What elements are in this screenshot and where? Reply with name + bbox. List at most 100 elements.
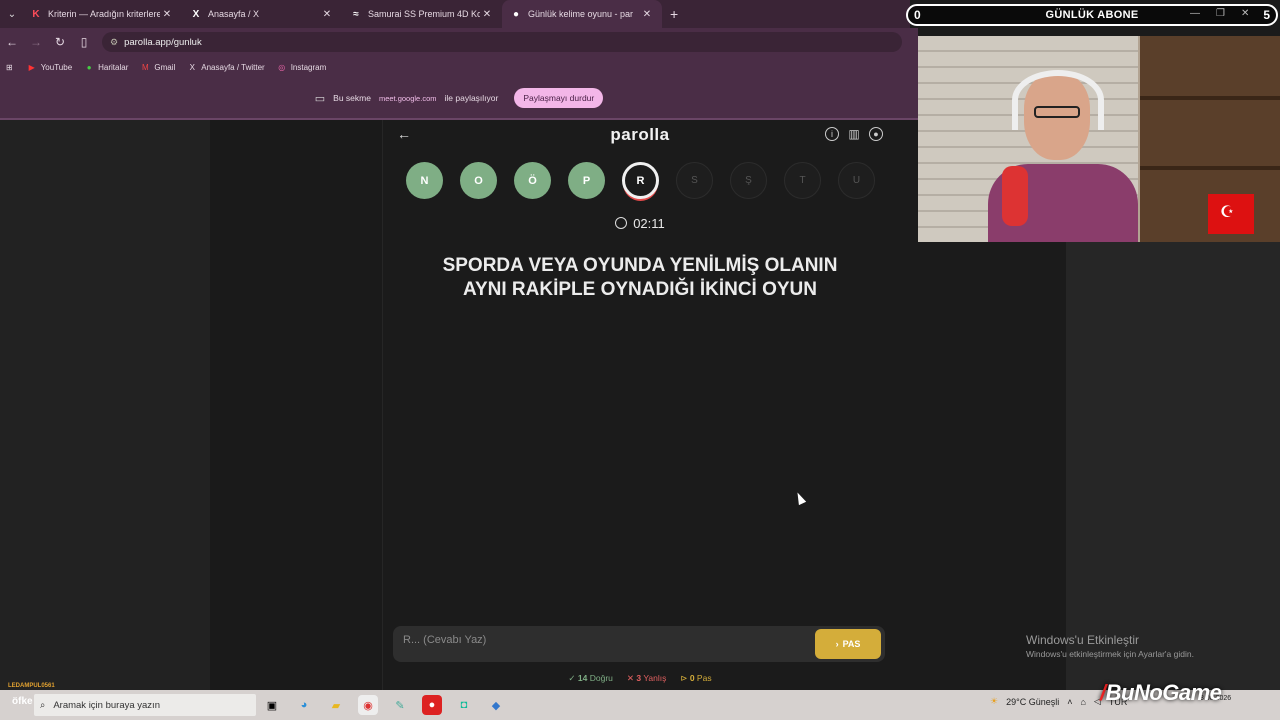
letter-correct: P <box>568 162 605 199</box>
address-bar[interactable]: ⚙ parolla.app/gunluk <box>102 32 902 52</box>
right-panel <box>1066 242 1280 690</box>
share-suffix: ile paylaşılıyor <box>444 93 499 103</box>
bookmarks-bar: ⊞ ▶ YouTube ● Haritalar M Gmail X Anasayfa /… <box>0 56 918 78</box>
activation-title: Windows'u Etkinleştir <box>1026 633 1139 647</box>
window-controls: — ❐ ✕ <box>1190 8 1249 19</box>
tab-samurai[interactable]: ≈ Samurai SS Premium 4D Kolçak ✕ <box>342 0 502 28</box>
close-tab-icon[interactable]: ✕ <box>640 9 654 20</box>
x-favicon-icon: X <box>192 8 200 20</box>
tab-kriterin[interactable]: K Kriterin — Aradığın kriterlere k ✕ <box>22 0 182 28</box>
pass-label: PAS <box>842 639 861 649</box>
timer: 02:11 <box>383 216 897 231</box>
streamer <box>988 66 1138 242</box>
share-prefix: Bu sekme <box>333 93 371 103</box>
screen-share-icon: ▭ <box>314 92 326 105</box>
clock-icon <box>615 217 628 229</box>
split-view-icon[interactable]: ▯ <box>72 35 96 49</box>
close-tab-icon[interactable]: ✕ <box>320 9 334 20</box>
stats-chart-icon[interactable]: ▥ <box>847 127 861 141</box>
activation-subtitle: Windows'u etkinleştirmek için Ayarlar'a … <box>1026 649 1194 659</box>
glasses-icon <box>1034 106 1080 118</box>
tab-parolla[interactable]: ● Günlük kelime oyunu - par ✕ <box>502 0 662 28</box>
url-text: parolla.app/gunluk <box>124 36 202 48</box>
abone-title: GÜNLÜK ABONE <box>1045 9 1139 21</box>
overlay-label: LEDAMPUL0561 <box>8 683 55 689</box>
game-header: ← parolla i ▥ ● <box>383 120 897 150</box>
bookmark-instagram[interactable]: ◎ Instagram <box>277 62 327 72</box>
brand-text: BuNoGame <box>1105 680 1222 705</box>
weather-text[interactable]: 29°C Güneşli <box>1006 697 1059 707</box>
android-app-icon[interactable]: ◘ <box>454 695 474 715</box>
letter-pending: Ş <box>730 162 767 199</box>
taskbar-search[interactable]: ⌕ Aramak için buraya yazın <box>34 694 256 716</box>
tab-search-button[interactable]: ⌄ <box>2 4 22 24</box>
headset-icon <box>1012 70 1104 130</box>
browser-toolbar: ← → ↻ ▯ ⚙ parolla.app/gunluk <box>0 28 918 56</box>
question-text: SPORDA VEYA OYUNDA YENİLMİŞ OLANIN AYNI … <box>442 255 838 300</box>
letter-pending: S <box>676 162 713 199</box>
new-tab-icon[interactable]: + <box>670 6 678 22</box>
webcam-feed: ☪ <box>918 36 1280 242</box>
answer-input[interactable] <box>403 634 803 646</box>
close-icon[interactable]: ✕ <box>1241 8 1249 19</box>
reload-icon[interactable]: ↻ <box>48 35 72 49</box>
letter-active: R <box>622 162 659 199</box>
bookmark-maps[interactable]: ● Haritalar <box>84 62 129 72</box>
kriterin-favicon-icon: K <box>32 8 40 20</box>
tab-strip: ⌄ K Kriterin — Aradığın kriterlere k ✕ X… <box>0 0 910 28</box>
restore-icon[interactable]: ❐ <box>1216 8 1225 19</box>
back-arrow-icon[interactable]: ← <box>0 35 24 49</box>
bookmark-gmail[interactable]: M Gmail <box>140 62 175 72</box>
bookmark-label: Anasayfa / Twitter <box>201 62 265 72</box>
diamond-app-icon[interactable]: ◆ <box>486 695 506 715</box>
site-info-icon[interactable]: ⚙ <box>110 37 118 48</box>
windows-taskbar: ⌕ Aramak için buraya yazın ▣ ◕ ▰ ◉ ✎ ● ◘… <box>0 690 1280 720</box>
maps-pin-icon: ● <box>86 62 92 72</box>
left-panel <box>0 120 210 690</box>
answer-box: › PAS <box>393 626 885 662</box>
pass-count: ⊳ 0 Pas <box>680 673 712 683</box>
file-explorer-icon[interactable]: ▰ <box>326 695 346 715</box>
bookmark-youtube[interactable]: ▶ YouTube <box>27 62 73 72</box>
abone-left-count: 0 <box>914 8 921 22</box>
bookmark-twitter[interactable]: X Anasayfa / Twitter <box>187 62 265 72</box>
minimize-icon[interactable]: — <box>1190 8 1200 19</box>
letter-pending: T <box>784 162 821 199</box>
correct-count: ✓ 14 Doğru <box>568 673 613 683</box>
apps-grid-icon[interactable]: ⊞ <box>6 63 13 72</box>
forward-arrow-icon[interactable]: → <box>24 35 48 49</box>
profile-icon[interactable]: ● <box>869 127 883 141</box>
bookmark-label: Gmail <box>154 62 176 72</box>
network-icon[interactable]: ⌂ <box>1080 697 1085 707</box>
tab-x[interactable]: X Anasayfa / X ✕ <box>182 0 342 28</box>
score-stats: ✓ 14 Doğru ✕ 3 Yanlış ⊳ 0 Pas <box>383 673 897 684</box>
letter-correct: Ö <box>514 162 551 199</box>
header-icons: i ▥ ● <box>825 127 883 141</box>
stop-sharing-button[interactable]: Paylaşmayı durdur <box>514 88 604 108</box>
notepad-icon[interactable]: ✎ <box>390 695 410 715</box>
bookmark-label: Haritalar <box>98 62 129 72</box>
task-view-icon[interactable]: ▣ <box>262 695 282 715</box>
instagram-icon: ◎ <box>278 62 286 72</box>
pass-button[interactable]: › PAS <box>815 629 881 659</box>
bookmark-label: Instagram <box>290 62 327 72</box>
search-icon: ⌕ <box>40 699 46 711</box>
letter-wheel: NOÖPRSŞTU <box>406 162 875 199</box>
parolla-favicon-icon: ● <box>512 8 520 20</box>
x-logo-icon: X <box>189 62 195 72</box>
parolla-game: ← parolla i ▥ ● NOÖPRSŞTU 02:11 SPORDA V… <box>382 120 896 690</box>
tray-chevron-icon[interactable]: ˄ <box>1067 697 1072 707</box>
weather-icon: ☀ <box>990 696 999 706</box>
microphone-icon <box>1002 166 1028 226</box>
chrome-icon[interactable]: ◉ <box>358 695 378 715</box>
edge-icon[interactable]: ◕ <box>294 695 314 715</box>
info-icon[interactable]: i <box>825 127 839 141</box>
chevron-right-icon: › <box>835 639 839 649</box>
pinned-apps: ▣ ◕ ▰ ◉ ✎ ● ◘ ◆ <box>262 695 506 715</box>
timer-value: 02:11 <box>633 216 665 231</box>
record-app-icon[interactable]: ● <box>422 695 442 715</box>
share-site: meet.google.com <box>378 93 437 103</box>
parolla-logo: parolla <box>610 125 670 144</box>
close-tab-icon[interactable]: ✕ <box>480 9 494 20</box>
close-tab-icon[interactable]: ✕ <box>160 9 174 20</box>
